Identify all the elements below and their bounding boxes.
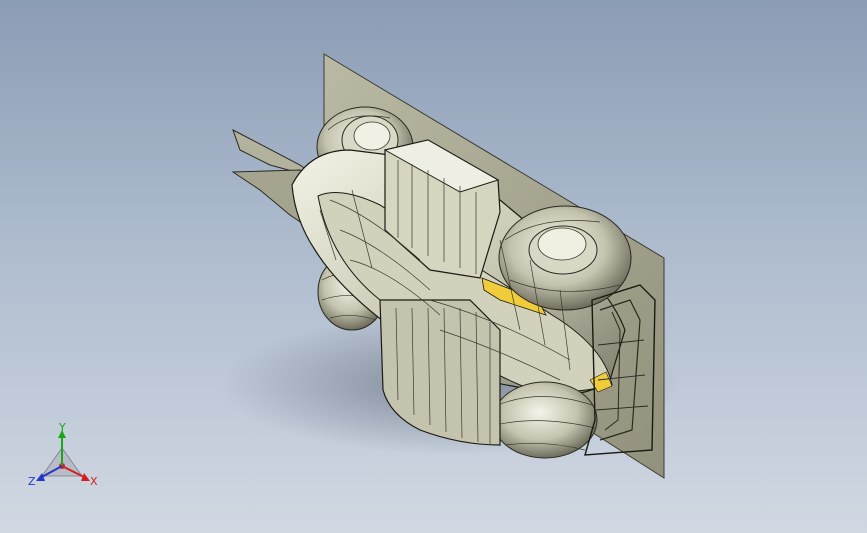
front-wheel-bottom[interactable]	[492, 381, 598, 459]
car-body-model[interactable]	[0, 0, 867, 533]
view-orientation-triad[interactable]: Y Z X	[24, 420, 104, 492]
triad-y-label: Y	[59, 421, 66, 434]
triad-z-label: Z	[28, 475, 36, 488]
graphics-viewport[interactable]: Y Z X	[0, 0, 867, 533]
triad-x-label: X	[90, 475, 98, 488]
